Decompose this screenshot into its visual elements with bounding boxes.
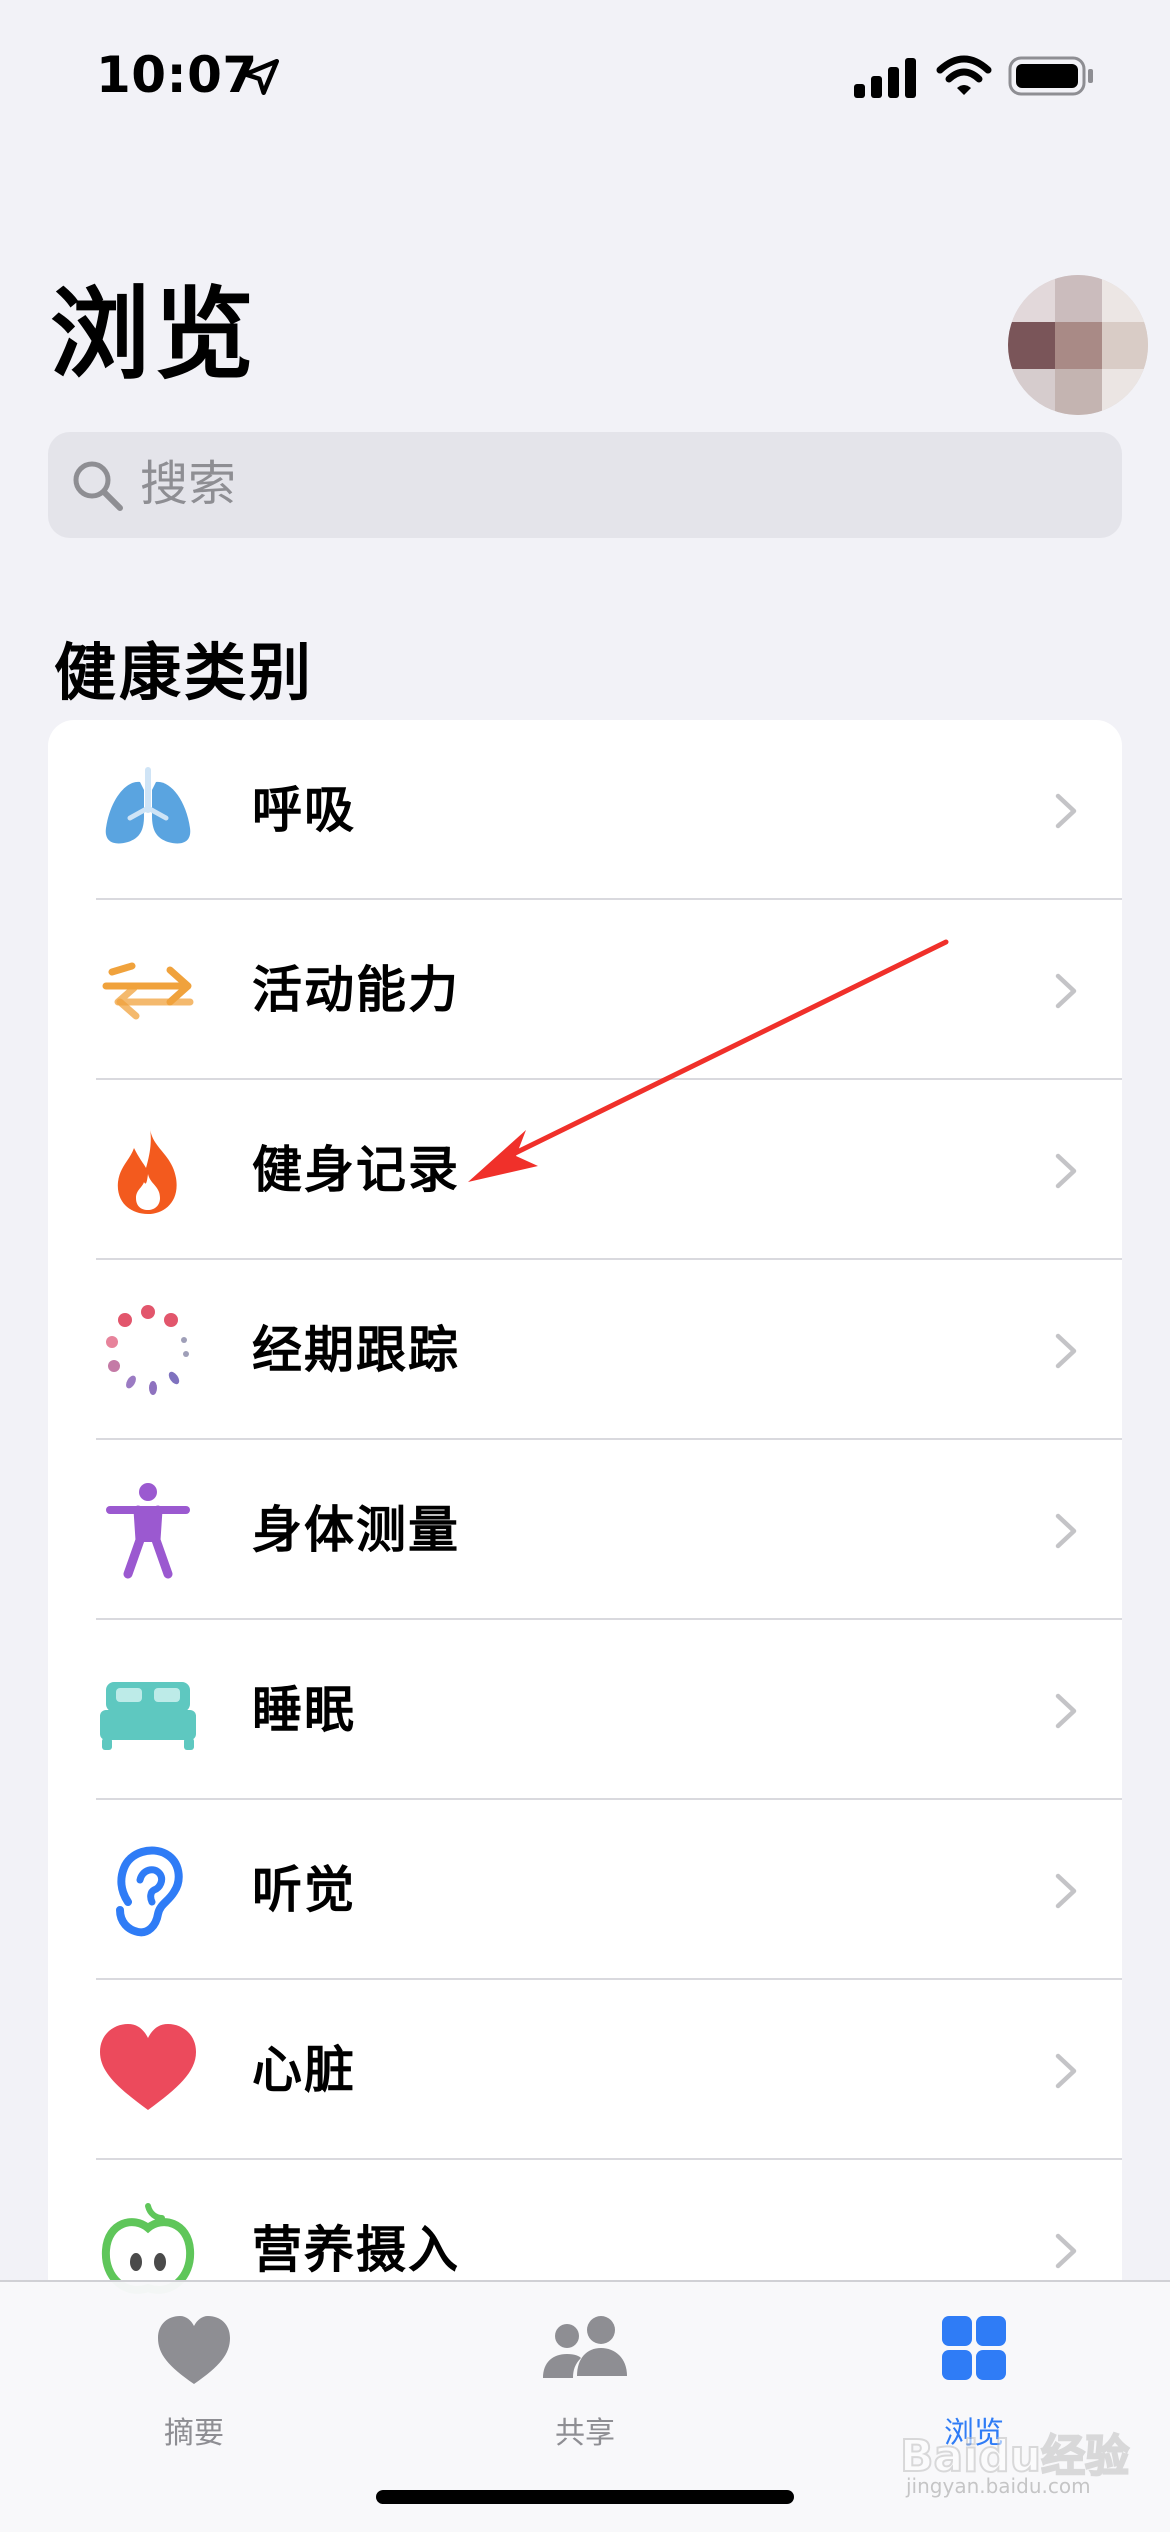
tab-label: 摘要 <box>164 2416 224 2451</box>
category-label: 经期跟踪 <box>252 1321 460 1379</box>
figure-icon <box>106 1483 190 1579</box>
heart-icon <box>100 2024 196 2110</box>
category-label: 健身记录 <box>252 1141 460 1199</box>
status-bar: 10:07 <box>0 0 1170 150</box>
grid-icon <box>942 2316 1006 2380</box>
category-row-body-measurements[interactable]: 身体测量 <box>48 1440 1122 1620</box>
tab-summary[interactable]: 摘要 <box>94 2300 294 2451</box>
cellular-signal-icon <box>854 58 916 98</box>
watermark: Baidu经验 jingyan.baidu.com <box>899 2420 1130 2500</box>
chevron-right-icon <box>1055 1873 1077 1909</box>
category-label: 睡眠 <box>252 1681 356 1739</box>
chevron-right-icon <box>1055 1153 1077 1189</box>
arrows-left-right-icon <box>102 962 194 1020</box>
heart-icon <box>158 2316 230 2384</box>
category-row-mobility[interactable]: 活动能力 <box>48 900 1122 1080</box>
people-icon <box>543 2316 627 2378</box>
cycle-dots-icon <box>106 1305 189 1395</box>
category-label: 呼吸 <box>252 781 356 839</box>
category-label: 活动能力 <box>252 961 460 1019</box>
tab-sharing[interactable]: 共享 <box>485 2300 685 2451</box>
category-row-cycle-tracking[interactable]: 经期跟踪 <box>48 1260 1122 1440</box>
category-row-sleep[interactable]: 睡眠 <box>48 1620 1122 1800</box>
bed-icon <box>100 1682 196 1750</box>
category-label: 身体测量 <box>252 1501 460 1559</box>
category-label: 听觉 <box>252 1861 356 1919</box>
flame-icon <box>117 1128 177 1214</box>
lungs-icon <box>105 767 191 844</box>
search-placeholder: 搜索 <box>140 456 237 512</box>
wifi-icon <box>936 55 992 95</box>
section-title: 健康类别 <box>54 636 315 709</box>
chevron-right-icon <box>1055 1333 1077 1369</box>
category-label: 心脏 <box>252 2041 356 2099</box>
chevron-right-icon <box>1055 1513 1077 1549</box>
chevron-right-icon <box>1055 1693 1077 1729</box>
page-title: 浏览 <box>50 276 258 393</box>
chevron-right-icon <box>1055 2233 1077 2269</box>
search-bar[interactable]: 搜索 <box>48 432 1122 538</box>
status-time: 10:07 <box>96 46 258 104</box>
chevron-right-icon <box>1055 973 1077 1009</box>
location-arrow-icon <box>242 58 280 96</box>
ear-icon <box>116 1846 183 1937</box>
category-row-respiratory[interactable]: 呼吸 <box>48 720 1122 900</box>
battery-icon <box>1008 56 1093 96</box>
category-row-hearing[interactable]: 听觉 <box>48 1800 1122 1980</box>
tab-label: 共享 <box>555 2416 615 2451</box>
magnifying-glass-icon <box>73 461 123 511</box>
health-browse-screen: 10:07 浏览 搜索 健康类别 呼吸 活动能力 健身记录 经期跟踪 身体测量 … <box>0 0 1170 2532</box>
avatar[interactable] <box>1008 275 1148 415</box>
category-row-heart[interactable]: 心脏 <box>48 1980 1122 2160</box>
health-categories-list: 呼吸 活动能力 健身记录 经期跟踪 身体测量 睡眠 听觉 心脏 营养摄入 <box>48 720 1122 2360</box>
category-row-activity[interactable]: 健身记录 <box>48 1080 1122 1260</box>
chevron-right-icon <box>1055 793 1077 829</box>
chevron-right-icon <box>1055 2053 1077 2089</box>
home-indicator[interactable] <box>376 2490 794 2504</box>
watermark-sub: jingyan.baidu.com <box>906 2474 1091 2498</box>
